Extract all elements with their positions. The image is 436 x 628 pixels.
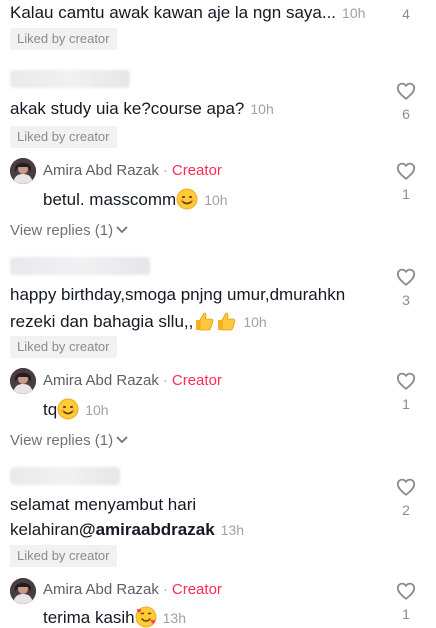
heart-icon — [396, 582, 416, 600]
reply-author-name: Amira Abd Razak — [43, 581, 159, 598]
like-count: 3 — [402, 292, 410, 308]
like-count: 2 — [402, 502, 410, 518]
comment-body: rezeki dan bahagia sllu,, — [10, 312, 194, 331]
blurred-username[interactable] — [10, 467, 120, 485]
like-button[interactable]: 4 — [393, 6, 419, 22]
reply-body: tq — [43, 400, 58, 419]
comment-body: Kalau camtu awak kawan aje la ngn saya..… — [10, 3, 337, 22]
blurred-username[interactable] — [10, 257, 150, 275]
comment-body: kelahiran — [10, 520, 79, 539]
liked-by-creator-badge: Liked by creator — [10, 545, 117, 567]
comment-time: 10h — [342, 5, 366, 21]
creator-label: Creator — [171, 162, 222, 179]
reply-body: betul. masscomm — [43, 190, 177, 209]
heart-icon — [396, 268, 416, 286]
comment-text-line-2: kelahiran@amiraabdrazak 13h — [10, 519, 244, 541]
comment-text-line-1: happy birthday,smoga pnjng umur,dmurahkn — [10, 285, 346, 304]
like-count: 1 — [402, 396, 410, 412]
view-replies-label: View replies (1) — [10, 432, 114, 449]
reply-time: 10h — [85, 402, 109, 418]
like-button[interactable]: 1 — [393, 582, 419, 622]
heart-icon — [396, 162, 416, 180]
mention-link[interactable]: @amiraabdrazak — [79, 520, 215, 539]
chevron-down-icon — [116, 436, 128, 444]
creator-label: Creator — [171, 372, 222, 389]
avatar[interactable] — [10, 578, 36, 604]
liked-by-creator-badge: Liked by creator — [10, 336, 117, 358]
comment-time: 10h — [250, 101, 274, 117]
reply-text: tq 10h — [43, 398, 109, 421]
comment-text-line-2: rezeki dan bahagia sllu,, 10h — [10, 310, 267, 333]
heart-icon — [396, 82, 416, 100]
view-replies-label: View replies (1) — [10, 222, 114, 239]
like-button[interactable]: 1 — [393, 162, 419, 202]
reply-time: 13h — [162, 610, 186, 626]
avatar[interactable] — [10, 368, 36, 394]
thumbs-up-icon — [218, 312, 236, 331]
separator: · — [162, 162, 168, 179]
like-button[interactable]: 3 — [393, 268, 419, 308]
reply-time: 10h — [204, 192, 228, 208]
heart-icon — [396, 478, 416, 496]
smiling-face-icon — [176, 188, 198, 210]
comment-text: akak study uia ke?course apa? 10h — [10, 98, 274, 120]
blurred-username[interactable] — [10, 70, 130, 88]
smiling-face-icon — [57, 398, 79, 420]
like-button[interactable]: 6 — [393, 82, 419, 122]
like-count: 4 — [402, 6, 410, 22]
reply-author-name: Amira Abd Razak — [43, 162, 159, 179]
heart-icon — [396, 372, 416, 390]
separator: · — [162, 581, 168, 598]
comment-body: akak study uia ke?course apa? — [10, 99, 245, 118]
like-button[interactable]: 1 — [393, 372, 419, 412]
liked-by-creator-badge: Liked by creator — [10, 126, 117, 148]
view-replies-button[interactable]: View replies (1) — [10, 221, 129, 241]
comment-text-line-1: selamat menyambut hari — [10, 495, 197, 514]
chevron-down-icon — [116, 226, 128, 234]
like-button[interactable]: 2 — [393, 478, 419, 518]
reply-author[interactable]: Amira Abd Razak · Creator — [43, 161, 222, 181]
reply-author[interactable]: Amira Abd Razak · Creator — [43, 371, 222, 391]
like-count: 1 — [402, 606, 410, 622]
like-count: 6 — [402, 106, 410, 122]
comment-text: Kalau camtu awak kawan aje la ngn saya..… — [10, 2, 365, 24]
smiling-face-with-hearts-icon — [135, 606, 157, 628]
comment-time: 13h — [220, 522, 245, 538]
reply-text: terima kasih 13h — [43, 606, 186, 628]
creator-label: Creator — [171, 581, 222, 598]
avatar[interactable] — [10, 158, 36, 184]
liked-by-creator-badge: Liked by creator — [10, 28, 117, 50]
reply-text: betul. masscomm 10h — [43, 188, 228, 211]
reply-author[interactable]: Amira Abd Razak · Creator — [43, 580, 222, 600]
reply-body: terima kasih — [43, 608, 135, 627]
comment-time: 10h — [243, 314, 267, 330]
like-count: 1 — [402, 186, 410, 202]
separator: · — [162, 372, 168, 389]
reply-author-name: Amira Abd Razak — [43, 372, 159, 389]
thumbs-up-icon — [196, 312, 214, 331]
view-replies-button[interactable]: View replies (1) — [10, 431, 129, 451]
